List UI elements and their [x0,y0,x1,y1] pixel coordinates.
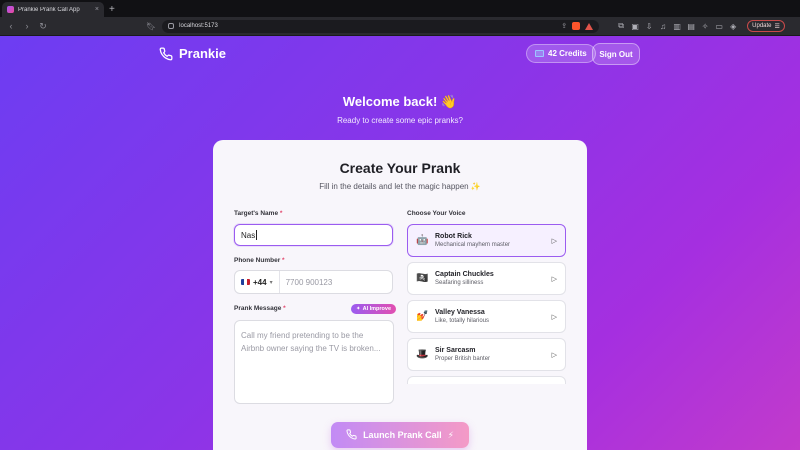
voice-name: Sir Sarcasm [435,347,476,354]
play-icon[interactable]: ▷ [552,351,557,359]
choose-voice-label: Choose Your Voice [407,210,466,217]
target-name-value: Nas [241,230,256,240]
target-name-label: Target's Name * [234,210,282,217]
credit-card-icon [535,50,544,57]
required-mark: * [279,210,283,217]
chevron-down-icon: ▾ [269,279,273,286]
phone-number-input[interactable]: 7700 900123 [286,278,333,287]
sidebar-icon[interactable]: ▥ [673,22,681,31]
credits-label: 42 Credits [548,49,587,58]
voice-name: Valley Vanessa [435,309,485,316]
credits-badge[interactable]: 42 Credits [526,44,596,63]
share-icon[interactable]: ⇪ [561,22,567,30]
robot-icon: 🤖 [416,235,429,246]
ai-improve-label: AI Improve [362,306,392,312]
voice-option-captain-chuckles[interactable]: 🏴‍☠️ Captain Chuckles Seafaring silliness… [407,262,566,295]
play-icon[interactable]: ▷ [552,237,557,245]
browser-extensions: ⧉ ▣ ⇩ ♫ ▥ ▤ ✧ ▭ ◈ Update ☰ [617,20,785,32]
app-viewport: Prankie 42 Credits Sign Out Welcome back… [0,36,800,450]
forward-icon[interactable]: › [22,21,32,31]
create-prank-card: Create Your Prank Fill in the details an… [213,140,587,450]
ai-improve-button[interactable]: ✦ AI Improve [351,304,397,314]
tab-close-icon[interactable]: × [95,6,99,13]
brave-rewards-icon[interactable] [585,22,594,30]
voice-option-valley-vanessa[interactable]: 💅 Valley Vanessa Like, totally hilarious … [407,300,566,333]
vpn-icon[interactable]: ◈ [729,22,737,31]
address-bar[interactable]: localhost:5173 ⇪ [162,19,600,33]
leo-icon[interactable]: ✧ [701,22,709,31]
update-label: Update [752,23,772,29]
url-text[interactable]: localhost:5173 [179,23,556,29]
voice-name: Captain Chuckles [435,271,494,278]
country-code-value: +44 [253,277,267,287]
launch-prank-call-button[interactable]: Launch Prank Call ⚡︎ [331,422,469,448]
target-name-input[interactable]: Nas [234,224,393,246]
bookmark-icon[interactable]: 🔖︎ [146,22,156,31]
tab-title: Prankie Prank Call App [18,6,80,13]
new-tab-icon[interactable]: + [109,4,115,15]
voice-option-more[interactable] [407,376,566,384]
play-icon[interactable]: ▷ [552,313,557,321]
text-caret [256,230,258,240]
voice-name: Robot Rick [435,233,472,240]
prank-message-textarea[interactable]: Call my friend pretending to be the Airb… [234,320,394,404]
downloads-icon[interactable]: ⇩ [645,22,653,31]
reader-icon[interactable]: ▤ [687,22,695,31]
card-subtitle: Fill in the details and let the magic ha… [319,182,481,191]
prank-message-label-text: Prank Message [234,305,282,312]
browser-tab[interactable]: Prankie Prank Call App × [2,2,104,17]
brave-shields-icon[interactable] [572,22,581,30]
uk-flag-icon [241,279,250,285]
voice-description: Proper British banter [435,356,491,362]
nail-polish-icon: 💅 [416,311,429,322]
launch-label: Launch Prank Call [363,430,442,440]
phone-icon [346,428,357,442]
phone-number-field: +44 ▾ 7700 900123 [234,270,393,294]
card-title: Create Your Prank [339,160,461,176]
media-icon[interactable]: ♫ [659,22,667,31]
pirate-flag-icon: 🏴‍☠️ [416,273,429,284]
welcome-subtitle: Ready to create some epic pranks? [337,116,463,125]
reload-icon[interactable]: ↻ [38,21,48,32]
extensions-icon[interactable]: ⧉ [617,21,625,31]
target-name-label-text: Target's Name [234,210,279,217]
back-icon[interactable]: ‹ [6,21,16,31]
lightning-icon: ⚡︎ [447,429,454,440]
country-code-select[interactable]: +44 ▾ [241,271,280,293]
update-button[interactable]: Update ☰ [747,20,785,32]
prank-message-label: Prank Message * [234,305,286,312]
phone-number-label: Phone Number * [234,257,285,264]
screenshot-icon[interactable]: ▣ [631,22,639,31]
phone-logo-icon [159,47,173,61]
site-info-icon[interactable] [168,23,175,29]
sign-out-button[interactable]: Sign Out [592,43,640,65]
wand-icon: ✦ [356,306,361,312]
voice-list[interactable]: 🤖 Robot Rick Mechanical mayhem master ▷ 🏴… [407,224,567,384]
phone-number-label-text: Phone Number [234,257,281,264]
voice-description: Mechanical mayhem master [435,242,511,248]
voice-option-robot-rick[interactable]: 🤖 Robot Rick Mechanical mayhem master ▷ [407,224,566,257]
welcome-title: Welcome back! 👋 [342,94,458,109]
required-mark: * [282,257,285,264]
menu-icon: ☰ [774,23,780,30]
required-mark: * [283,305,286,312]
play-icon[interactable]: ▷ [552,275,557,283]
voice-description: Like, totally hilarious [435,318,490,324]
voice-description: Seafaring silliness [435,280,484,286]
browser-tab-bar: Prankie Prank Call App × + [0,0,800,17]
brand-name: Prankie [179,46,226,61]
brand-logo[interactable]: Prankie [159,46,226,61]
browser-toolbar: ‹ › ↻ 🔖︎ localhost:5173 ⇪ ⧉ ▣ ⇩ ♫ ▥ ▤ ✧ … [0,17,800,36]
wallet-icon[interactable]: ▭ [715,22,723,31]
top-hat-icon: 🎩 [416,349,429,360]
voice-option-sir-sarcasm[interactable]: 🎩 Sir Sarcasm Proper British banter ▷ [407,338,566,371]
app-favicon-icon [7,6,14,13]
